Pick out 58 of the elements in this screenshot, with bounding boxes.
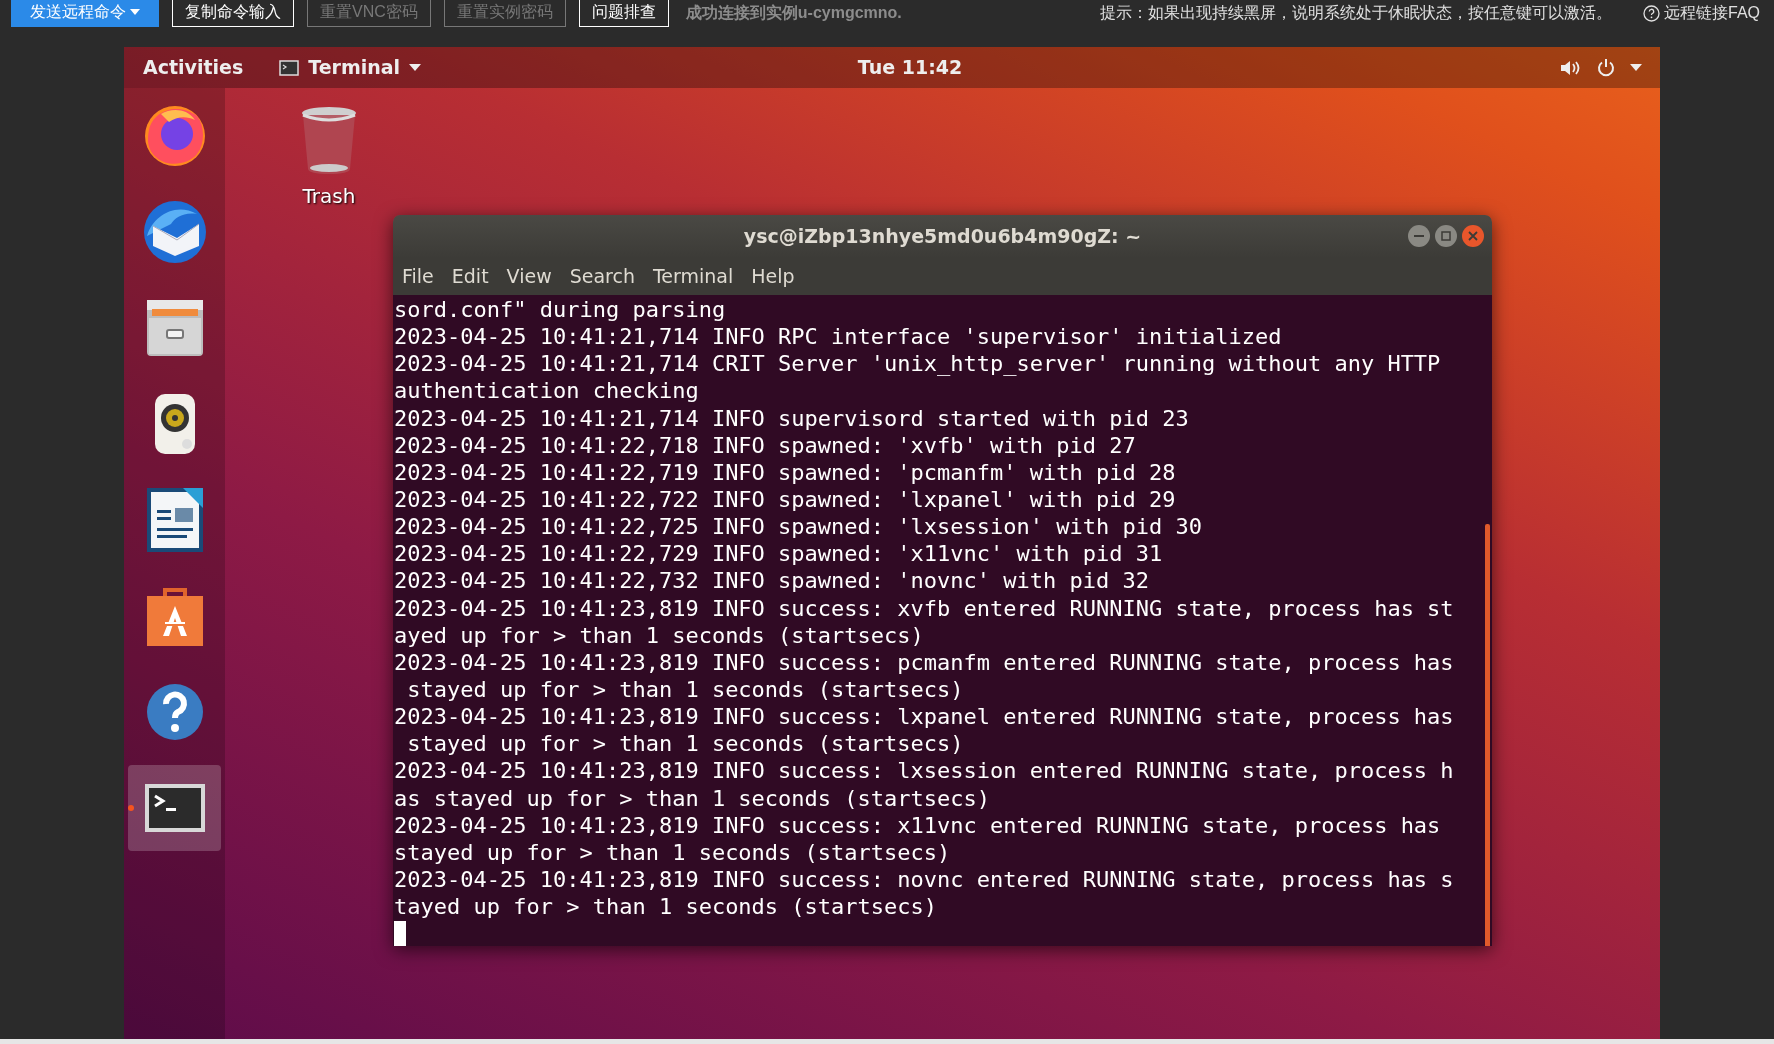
activities-button[interactable]: Activities [143,53,244,82]
terminal-line: stayed up for > than 1 seconds (startsecs) [406,730,965,758]
app-menu[interactable]: Terminal [279,53,422,82]
menu-item[interactable]: File [399,262,437,291]
terminal-line: 2023-04-25 10:41:21,714 CRIT Server 'unix_http_server' running without any HTTP [394,350,1442,378]
system-menu[interactable] [1560,57,1642,78]
maximize-button[interactable] [1435,225,1457,247]
dock-item[interactable] [128,765,221,851]
faq-link[interactable]: 远程链接FAQ [1643,1,1760,25]
close-icon [1468,231,1478,241]
terminal-line: 2023-04-25 10:41:21,714 INFO RPC interface 'supervisor' initialized [394,323,1283,351]
connection-status: 成功连接到实例u-cymgcmno. [685,3,902,23]
toolbar-button[interactable]: 问题排查 [578,0,669,27]
minimize-button[interactable] [1408,225,1430,247]
terminal-line: sord.conf" during parsing [394,296,727,324]
menu-item[interactable]: Terminal [649,262,737,291]
scrollbar[interactable] [1485,524,1490,946]
menu-item[interactable]: Help [748,262,798,291]
maximize-icon [1441,231,1451,241]
toolbar-button[interactable]: 发送远程命令 [11,0,159,27]
terminal-icon [279,59,300,76]
terminal-line: authentication checking [394,377,700,405]
close-button[interactable] [1462,225,1484,247]
window-title: ysc@iZbp13nhye5md0u6b4m90gZ: ~ [743,224,1142,250]
toolbar-button[interactable]: 复制命令输入 [172,0,294,27]
volume-icon [1560,58,1582,77]
caret-icon [1630,64,1642,71]
terminal-line: stayed up for > than 1 seconds (startsecs) [406,675,965,704]
hint-text: 提示：如果出现持续黑屏，说明系统处于休眠状态，按任意键可以激活。 [1100,3,1612,23]
terminal-line: 2023-04-25 10:41:23,819 INFO success: lxpanel entered RUNNING state, process has [394,703,1455,731]
terminal-line: 2023-04-25 10:41:22,725 INFO spawned: 'lxsession' with pid 30 [394,513,1203,541]
terminal-line: 2023-04-25 10:41:21,714 INFO supervisord started with pid 23 [394,404,1190,432]
power-icon [1596,57,1616,78]
help-icon [1643,4,1660,22]
terminal-line: 2023-04-25 10:41:22,718 INFO spawned: 'xvfb' with pid 27 [394,431,1137,459]
menu-item[interactable]: View [503,262,555,291]
text-cursor [394,921,406,946]
terminal-line: ayed up for > than 1 seconds (startsecs) [394,621,925,649]
minimize-icon [1414,235,1424,237]
trash-can-icon [300,105,358,175]
menu-item[interactable]: Search [566,262,638,291]
terminal-line: 2023-04-25 10:41:22,722 INFO spawned: 'lxpanel' with pid 29 [394,486,1177,514]
terminal-line: 2023-04-25 10:41:22,729 INFO spawned: 'x11vnc' with pid 31 [394,540,1164,568]
terminal-line: 2023-04-25 10:41:22,732 INFO spawned: 'novnc' with pid 32 [394,567,1150,595]
caret-icon [130,9,140,15]
caret-icon [409,64,422,71]
running-indicator [128,805,134,811]
terminal-line: 2023-04-25 10:41:23,819 INFO success: novnc entered RUNNING state, process has s [394,865,1455,894]
menu-item[interactable]: Edit [448,262,492,291]
terminal-line: stayed up for > than 1 seconds (startsecs) [394,838,952,866]
terminal-line: as stayed up for > than 1 seconds (startsecs) [394,784,992,812]
terminal-line: tayed up for > than 1 seconds (startsecs) [394,893,939,921]
terminal-line: 2023-04-25 10:41:23,819 INFO success: pcmanfm entered RUNNING state, process has [394,648,1455,676]
clock[interactable]: Tue 11:42 [857,53,963,82]
terminal-line: 2023-04-25 10:41:23,819 INFO success: xvfb entered RUNNING state, process has st [394,594,1455,622]
terminal-line: 2023-04-25 10:41:22,719 INFO spawned: 'pcmanfm' with pid 28 [394,458,1177,486]
terminal-line: 2023-04-25 10:41:23,819 INFO success: x11vnc entered RUNNING state, process has [394,811,1442,839]
terminal-line: 2023-04-25 10:41:23,819 INFO success: lxsession entered RUNNING state, process h [394,757,1455,785]
